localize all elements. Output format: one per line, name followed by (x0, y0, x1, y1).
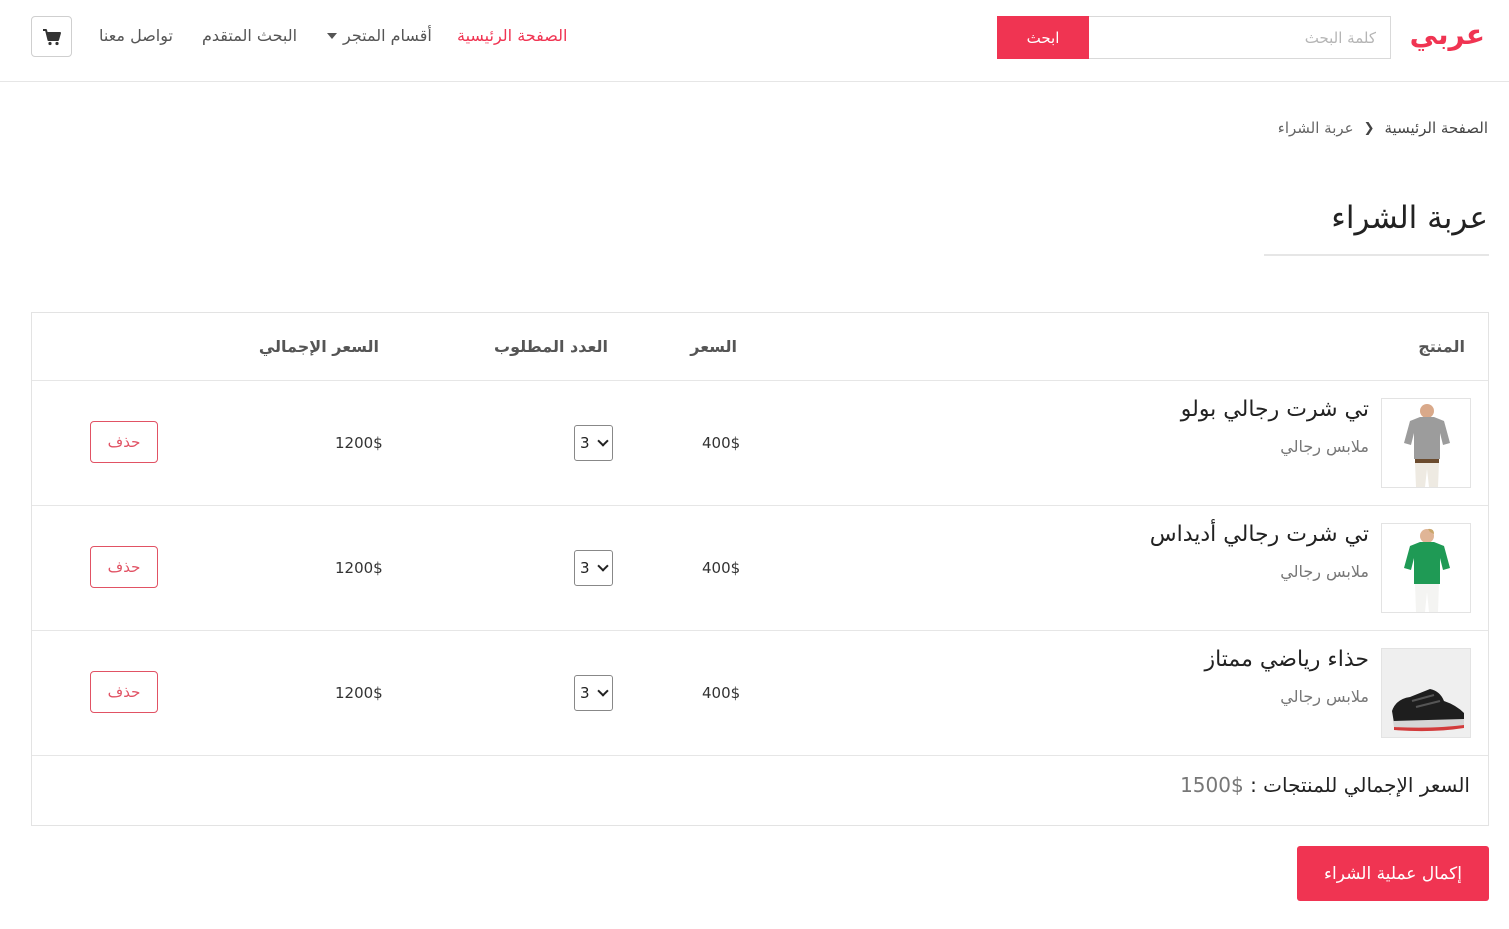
product-category: ملابس رجالي (1280, 562, 1369, 581)
header-quantity: العدد المطلوب (494, 337, 608, 356)
header-price: السعر (690, 337, 737, 356)
cart-row: تي شرت رجالي بولو ملابس رجالي 400$ 3 120… (32, 381, 1488, 506)
delete-button[interactable]: حذف (90, 671, 158, 713)
chevron-down-icon (327, 32, 337, 39)
quantity-value: 3 (580, 684, 590, 702)
grey-polo-shirt-image[interactable] (1381, 398, 1471, 488)
breadcrumb-home-link[interactable]: الصفحة الرئيسية (1385, 119, 1489, 137)
product-name[interactable]: تي شرت رجالي أديداس (1150, 522, 1369, 547)
chevron-down-icon (597, 435, 609, 447)
chevron-down-icon (597, 560, 609, 572)
header-product: المنتج (1418, 337, 1465, 356)
chevron-left-icon: ❮ (1363, 120, 1375, 136)
nav-sections-dropdown[interactable]: أقسام المتجر (323, 26, 432, 45)
quantity-select[interactable]: 3 (574, 425, 613, 461)
nav-contact-link[interactable]: تواصل معنا (99, 26, 173, 45)
cart-row: تي شرت رجالي أديداس ملابس رجالي 400$ 3 1… (32, 506, 1488, 631)
product-price: 400$ (702, 559, 741, 577)
product-name[interactable]: حذاء رياضي ممتاز (1204, 647, 1369, 672)
line-total: 1200$ (335, 684, 383, 702)
black-sneaker-image[interactable] (1381, 648, 1471, 738)
header-total: السعر الإجمالي (258, 337, 379, 356)
main-nav: الصفحة الرئيسية أقسام المتجر البحث المتق… (99, 26, 576, 52)
cart-row: حذاء رياضي ممتاز ملابس رجالي 400$ 3 1200… (32, 631, 1488, 756)
quantity-select[interactable]: 3 (574, 550, 613, 586)
breadcrumb-current: عربة الشراء (1277, 119, 1354, 137)
quantity-select[interactable]: 3 (574, 675, 613, 711)
line-total: 1200$ (335, 434, 383, 452)
nav-home-link[interactable]: الصفحة الرئيسية (457, 26, 567, 45)
cart-button[interactable] (31, 16, 72, 57)
quantity-value: 3 (580, 434, 590, 452)
page-title: عربة الشراء (1331, 200, 1488, 236)
product-category: ملابس رجالي (1280, 437, 1369, 456)
delete-button[interactable]: حذف (90, 421, 158, 463)
grand-total-amount: $1500 (1180, 773, 1244, 797)
shopping-cart-icon (42, 28, 61, 45)
line-total: 1200$ (335, 559, 383, 577)
top-navbar: عربي ابحث الصفحة الرئيسية أقسام المتجر ا… (0, 0, 1509, 82)
product-category: ملابس رجالي (1280, 687, 1369, 706)
breadcrumb: الصفحة الرئيسية ❮ عربة الشراء (1278, 119, 1488, 137)
nav-sections-label: أقسام المتجر (343, 26, 432, 45)
cart-table: المنتج السعر العدد المطلوب السعر الإجمال… (31, 312, 1489, 826)
product-price: 400$ (702, 434, 741, 452)
site-logo[interactable]: عربي (1410, 18, 1485, 51)
delete-button[interactable]: حذف (90, 546, 158, 588)
product-price: 400$ (702, 684, 741, 702)
grand-total-label: السعر الإجمالي للمنتجات : (1250, 773, 1470, 797)
product-name[interactable]: تي شرت رجالي بولو (1181, 397, 1369, 422)
nav-advanced-search-link[interactable]: البحث المتقدم (202, 26, 297, 45)
search-input[interactable] (1089, 16, 1391, 59)
title-divider (1264, 254, 1489, 256)
quantity-value: 3 (580, 559, 590, 577)
grand-total: السعر الإجمالي للمنتجات : $1500 (1180, 773, 1470, 797)
checkout-button[interactable]: إكمال عملية الشراء (1297, 846, 1489, 901)
chevron-down-icon (597, 685, 609, 697)
green-polo-shirt-image[interactable] (1381, 523, 1471, 613)
search-button[interactable]: ابحث (997, 16, 1089, 59)
